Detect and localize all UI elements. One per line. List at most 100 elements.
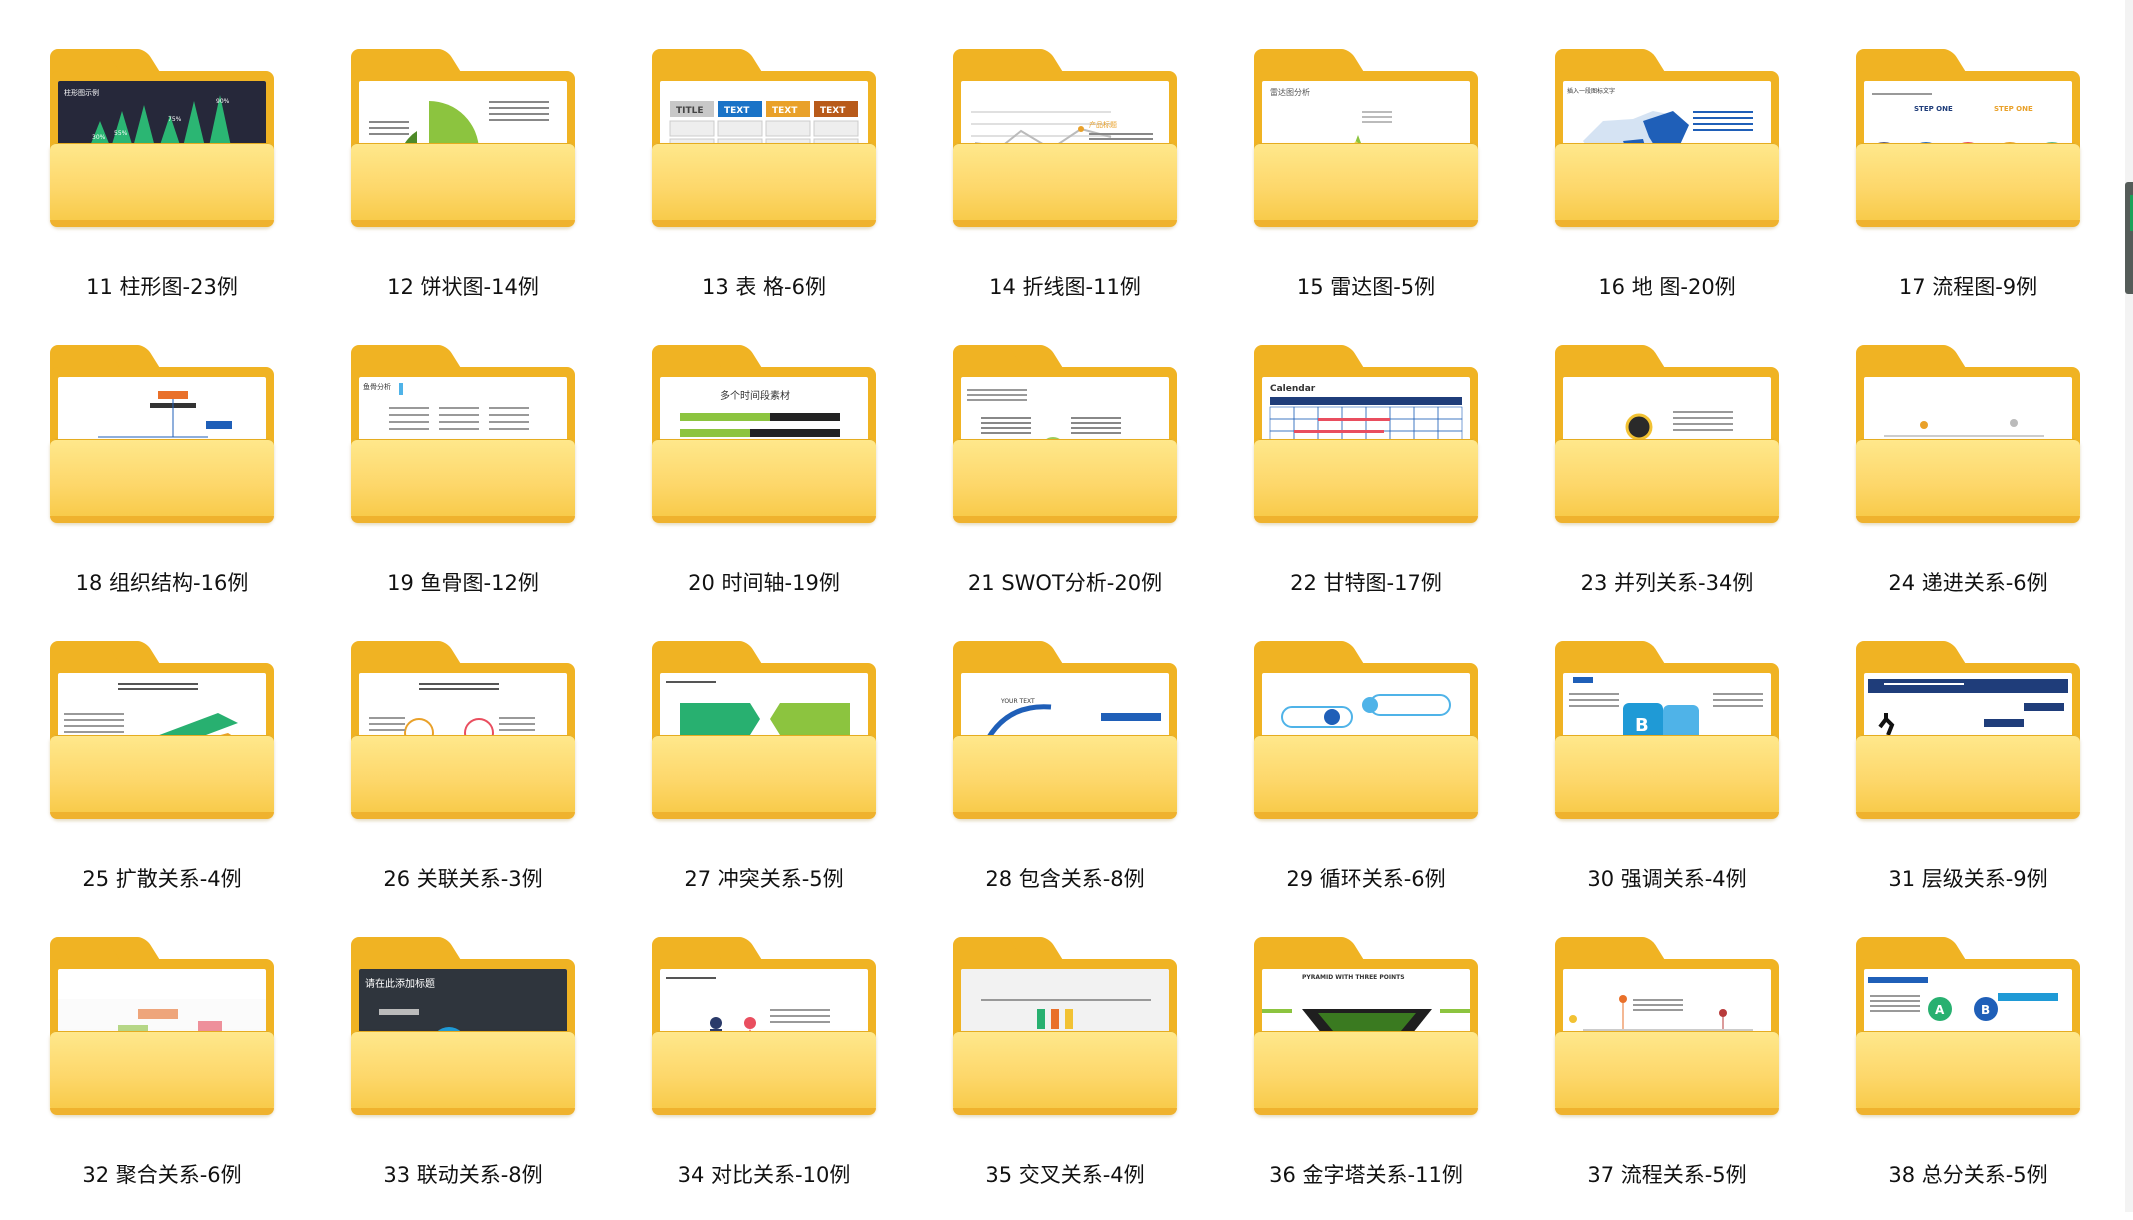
svg-text:B: B xyxy=(1981,1003,1990,1017)
folder-front xyxy=(351,735,575,819)
folder-item[interactable]: 产品标题 14 折线图-11例 xyxy=(931,36,1232,332)
folder-item[interactable]: PYRAMID WITH THREE POINTS 36 金字塔关系-11例 xyxy=(1232,924,1533,1220)
folder-icon[interactable] xyxy=(652,937,876,1115)
folder-item[interactable]: 35 交叉关系-4例 xyxy=(931,924,1232,1220)
folder-icon[interactable] xyxy=(50,937,274,1115)
svg-text:YOUR TEXT: YOUR TEXT xyxy=(1000,698,1035,705)
folder-icon[interactable] xyxy=(50,345,274,523)
folder-label[interactable]: 22 甘特图-17例 xyxy=(1232,567,1500,597)
folder-item[interactable]: 32 聚合关系-6例 xyxy=(28,924,329,1220)
folder-icon[interactable]: STEP ONE STEP ONE xyxy=(1856,49,2080,227)
scrollbar-track[interactable] xyxy=(2125,0,2133,1212)
folder-label[interactable]: 12 饼状图-14例 xyxy=(329,271,597,301)
folder-item[interactable]: 23 并列关系-34例 xyxy=(1533,332,1834,628)
folder-icon[interactable] xyxy=(351,49,575,227)
folder-icon[interactable]: 柱形图示例 30% 55% 75% 90% xyxy=(50,49,274,227)
folder-item[interactable]: 鱼骨分析 19 鱼骨图-12例 xyxy=(329,332,630,628)
folder-label[interactable]: 20 时间轴-19例 xyxy=(630,567,898,597)
folder-item[interactable]: 多个时间段素材 20 时间轴-19例 xyxy=(630,332,931,628)
folder-item[interactable]: STEP ONE STEP ONE 17 流程图-9例 xyxy=(1834,36,2133,332)
folder-icon[interactable]: PYRAMID WITH THREE POINTS xyxy=(1254,937,1478,1115)
folder-label[interactable]: 13 表 格-6例 xyxy=(630,271,898,301)
folder-item[interactable]: 柱形图示例 30% 55% 75% 90% 11 柱形图-23例 xyxy=(28,36,329,332)
folder-icon[interactable]: 鱼骨分析 xyxy=(351,345,575,523)
folder-icon[interactable]: AB xyxy=(1856,937,2080,1115)
folder-label[interactable]: 18 组织结构-16例 xyxy=(28,567,296,597)
svg-text:Calendar: Calendar xyxy=(1270,384,1316,394)
folder-item[interactable]: B 30 强调关系-4例 xyxy=(1533,628,1834,924)
folder-item[interactable]: Calendar 22 甘特图-17例 xyxy=(1232,332,1533,628)
folder-item[interactable]: 18 组织结构-16例 xyxy=(28,332,329,628)
folder-item[interactable]: 34 对比关系-10例 xyxy=(630,924,931,1220)
folder-label[interactable]: 27 冲突关系-5例 xyxy=(630,863,898,893)
svg-text:90%: 90% xyxy=(216,98,230,105)
folder-icon[interactable] xyxy=(1254,641,1478,819)
svg-text:A: A xyxy=(1935,1003,1945,1017)
folder-item[interactable]: 26 关联关系-3例 xyxy=(329,628,630,924)
svg-text:PYRAMID WITH THREE POINTS: PYRAMID WITH THREE POINTS xyxy=(1302,974,1405,981)
folder-icon[interactable] xyxy=(953,937,1177,1115)
folder-icon[interactable] xyxy=(1856,641,2080,819)
folder-item[interactable]: 21 SWOT分析-20例 xyxy=(931,332,1232,628)
folder-label[interactable]: 30 强调关系-4例 xyxy=(1533,863,1801,893)
folder-item[interactable]: 请在此添加标题 33 联动关系-8例 xyxy=(329,924,630,1220)
folder-icon[interactable]: 雷达图分析 xyxy=(1254,49,1478,227)
folder-icon[interactable] xyxy=(50,641,274,819)
folder-icon[interactable]: 请在此添加标题 xyxy=(351,937,575,1115)
folder-item[interactable]: AB 38 总分关系-5例 xyxy=(1834,924,2133,1220)
svg-text:30%: 30% xyxy=(92,134,106,141)
folder-item[interactable]: 27 冲突关系-5例 xyxy=(630,628,931,924)
folder-label[interactable]: 15 雷达图-5例 xyxy=(1232,271,1500,301)
folder-label[interactable]: 32 聚合关系-6例 xyxy=(28,1159,296,1189)
folder-item[interactable]: 37 流程关系-5例 xyxy=(1533,924,1834,1220)
folder-label[interactable]: 11 柱形图-23例 xyxy=(28,271,296,301)
folder-item[interactable]: 插入一段图标文字 16 地 图-20例 xyxy=(1533,36,1834,332)
folder-label[interactable]: 34 对比关系-10例 xyxy=(630,1159,898,1189)
folder-label[interactable]: 38 总分关系-5例 xyxy=(1834,1159,2102,1189)
folder-item[interactable]: YOUR TEXTYOUR TEXT 28 包含关系-8例 xyxy=(931,628,1232,924)
folder-icon[interactable] xyxy=(1555,345,1779,523)
folder-icon[interactable]: B xyxy=(1555,641,1779,819)
folder-item[interactable]: 29 循环关系-6例 xyxy=(1232,628,1533,924)
folder-label[interactable]: 29 循环关系-6例 xyxy=(1232,863,1500,893)
folder-label[interactable]: 17 流程图-9例 xyxy=(1834,271,2102,301)
folder-icon[interactable]: YOUR TEXTYOUR TEXT xyxy=(953,641,1177,819)
folder-icon[interactable]: 产品标题 xyxy=(953,49,1177,227)
folder-icon[interactable] xyxy=(652,641,876,819)
folder-icon[interactable]: 多个时间段素材 xyxy=(652,345,876,523)
folder-front xyxy=(50,1031,274,1115)
folder-label[interactable]: 23 并列关系-34例 xyxy=(1533,567,1801,597)
folder-icon[interactable]: TITLE TEXT TEXT TEXT xyxy=(652,49,876,227)
folder-item[interactable]: 12 饼状图-14例 xyxy=(329,36,630,332)
folder-item[interactable]: TITLE TEXT TEXT TEXT 13 表 格-6例 xyxy=(630,36,931,332)
folder-icon[interactable] xyxy=(1856,345,2080,523)
folder-label[interactable]: 33 联动关系-8例 xyxy=(329,1159,597,1189)
folder-label[interactable]: 24 递进关系-6例 xyxy=(1834,567,2102,597)
folder-front xyxy=(1254,1031,1478,1115)
folder-item[interactable]: 25 扩散关系-4例 xyxy=(28,628,329,924)
folder-front xyxy=(351,439,575,523)
folder-label[interactable]: 25 扩散关系-4例 xyxy=(28,863,296,893)
folder-icon[interactable]: 插入一段图标文字 xyxy=(1555,49,1779,227)
folder-icon[interactable] xyxy=(953,345,1177,523)
folder-label[interactable]: 19 鱼骨图-12例 xyxy=(329,567,597,597)
folder-label[interactable]: 28 包含关系-8例 xyxy=(931,863,1199,893)
folder-label[interactable]: 16 地 图-20例 xyxy=(1533,271,1801,301)
folder-icon[interactable] xyxy=(1555,937,1779,1115)
folder-front xyxy=(50,143,274,227)
folder-label[interactable]: 14 折线图-11例 xyxy=(931,271,1199,301)
folder-label[interactable]: 36 金字塔关系-11例 xyxy=(1232,1159,1500,1189)
folder-label[interactable]: 21 SWOT分析-20例 xyxy=(931,567,1199,597)
folder-icon[interactable] xyxy=(351,641,575,819)
folder-icon[interactable]: Calendar xyxy=(1254,345,1478,523)
folder-item[interactable]: 24 递进关系-6例 xyxy=(1834,332,2133,628)
folder-item[interactable]: 31 层级关系-9例 xyxy=(1834,628,2133,924)
folder-label[interactable]: 31 层级关系-9例 xyxy=(1834,863,2102,893)
folder-front xyxy=(953,735,1177,819)
folder-front xyxy=(351,143,575,227)
folder-label[interactable]: 35 交叉关系-4例 xyxy=(931,1159,1199,1189)
folder-front xyxy=(953,1031,1177,1115)
folder-label[interactable]: 26 关联关系-3例 xyxy=(329,863,597,893)
folder-label[interactable]: 37 流程关系-5例 xyxy=(1533,1159,1801,1189)
folder-item[interactable]: 雷达图分析 15 雷达图-5例 xyxy=(1232,36,1533,332)
